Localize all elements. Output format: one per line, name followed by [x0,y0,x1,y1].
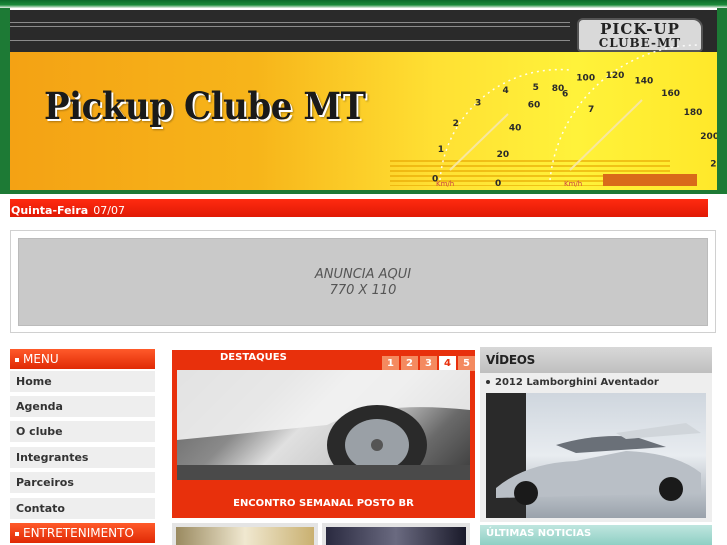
car-photo-svg [177,370,470,480]
menu-item-integrantes[interactable]: Integrantes [10,447,155,468]
lamborghini-svg [486,393,701,518]
gauge-tick-label: 1 [438,145,444,155]
ad-frame: ANUNCIA AQUI 770 X 110 [10,230,716,333]
date-bar: Quinta-Feira 07/07 [10,199,708,217]
gauge-tick-label: 40 [509,123,522,133]
destaques-panel: DESTAQUES 12345 ENCONTRO SEMANAL POSTO B… [172,350,475,518]
date-weekday: Quinta-Feira [11,204,89,217]
ultimas-noticias-header: ÚLTIMAS NOTICIAS [480,525,712,545]
site-header: PICK-UP CLUBE-MT Pickup Clube MT Km/h Km… [0,8,727,194]
videos-title: VÍDEOS [480,347,712,373]
menu-item-home[interactable]: Home [10,371,155,392]
speed-arc [549,44,701,181]
thumb-image [326,527,466,545]
gauge-tick-label: 140 [635,76,654,86]
menu-item-agenda[interactable]: Agenda [10,396,155,417]
gauge-tick-label: 120 [606,71,625,81]
gauge-tick-label: 4 [502,86,508,96]
video-thumbnail[interactable] [486,393,706,518]
gauge-tick-label: 0 [432,175,438,185]
ad-line2: 770 X 110 [329,283,397,298]
thumb-image [176,527,314,545]
menu-title: MENU [23,352,59,366]
videos-panel: VÍDEOS 2012 Lamborghini Aventador [480,347,712,522]
gauge-tick-label: 3 [475,99,481,109]
entretenimento-title: ENTRETENIMENTO [23,526,134,540]
gauges-svg: Km/h Km/h 01234 567 020406080100 120140160… [432,44,717,189]
gauge-tick-label: 100 [576,74,595,84]
page-button-5[interactable]: 5 [458,356,475,371]
menu-header: MENU [10,349,155,369]
gauge-tick-label: 60 [528,101,541,111]
menu-item-contato[interactable]: Contato [10,498,155,519]
bullet-icon [486,380,490,384]
entretenimento-header: ENTRETENIMENTO [10,523,155,543]
speed-unit: Km/h [564,180,582,188]
gauge-tick-label: 2 [453,119,459,129]
menu-item-parceiros[interactable]: Parceiros [10,472,155,493]
menu-item-o-clube[interactable]: O clube [10,421,155,442]
page-button-3[interactable]: 3 [420,356,437,371]
bullet-icon [15,531,19,536]
gauge-tick-label: 5 [533,83,539,93]
gauge-tick-label: 20 [497,150,510,160]
gauge-tick-label: 80 [552,84,565,94]
ad-banner[interactable]: ANUNCIA AQUI 770 X 110 [18,238,708,326]
destaques-caption[interactable]: ENCONTRO SEMANAL POSTO BR [172,498,475,509]
banner-bottom-stripe [0,190,727,194]
gauge-tick-label: 220 [710,160,717,170]
page-button-2[interactable]: 2 [401,356,418,371]
video-item[interactable]: 2012 Lamborghini Aventador [486,377,659,388]
speed-tick-labels: 0 20 40 60 80 100 120 140 160 180 200 220 [495,71,717,189]
page-button-1[interactable]: 1 [382,356,399,371]
page-button-4[interactable]: 4 [439,356,456,371]
date-value: 07/07 [93,204,125,217]
speed-needle [569,99,643,171]
gauge-tick-label: 200 [700,132,717,142]
gauge-tick-label: 0 [495,179,501,189]
header-banner: PICK-UP CLUBE-MT Pickup Clube MT Km/h Km… [10,10,717,192]
destaques-pagination: 12345 [380,351,475,371]
destaques-photo[interactable] [177,370,470,480]
top-strip [0,0,727,8]
tach-unit: Km/h [436,180,454,188]
gauge-tick-label: 160 [661,89,680,99]
gauge-tick-label: 7 [588,105,594,115]
video-item-label: 2012 Lamborghini Aventador [495,377,659,388]
news-thumb[interactable] [172,523,318,545]
destaques-title: DESTAQUES [220,352,287,363]
news-thumb[interactable] [322,523,470,545]
bullet-icon [15,357,19,362]
gauge-tick-label: 180 [684,108,703,118]
ad-line1: ANUNCIA AQUI [314,267,412,282]
